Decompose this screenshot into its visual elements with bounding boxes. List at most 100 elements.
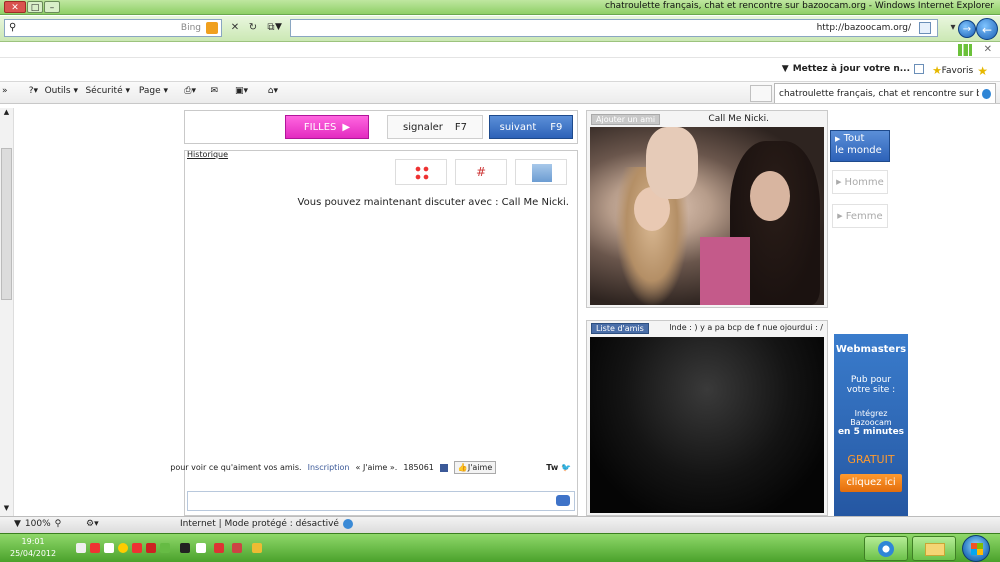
scroll-down-icon[interactable]: ▼ [0,504,13,516]
play-icon: ▶ [836,178,842,186]
search-placeholder: Bing [180,23,201,33]
play-icon: ▶ [837,212,843,220]
friend-list-button[interactable]: Liste d'amis [591,323,649,334]
tray-icon-4[interactable] [118,543,128,553]
close-toolbar-icon[interactable]: ✕ [984,44,992,55]
clock[interactable]: 19:01 25/04/2012 [10,536,56,560]
zoom-icon: ⚲ [54,519,62,529]
rss-icon[interactable]: ▣▾ [235,86,248,96]
suivant-button[interactable]: suivant F9 [489,115,573,139]
partner-name: Call Me Nicki. [708,114,769,124]
webmasters-gratuit: GRATUIT [847,453,895,466]
pink-shirt [700,237,750,305]
filter-all-button[interactable]: ▶ Tout le monde [830,130,890,162]
scroll-thumb[interactable] [1,148,12,300]
tray-icon-9[interactable] [196,543,206,553]
tab-active[interactable]: chatroulette français, chat et rencontre… [774,83,996,103]
toolbar-strip: ✕ [0,42,1000,58]
window-title: chatroulette français, chat et rencontre… [604,1,994,11]
tray-icon-5[interactable] [132,543,142,553]
tray-icon-2[interactable] [90,543,100,553]
forward-icon[interactable]: → [958,20,976,38]
play-icon: ▶ [342,121,351,133]
signaler-label: signaler [403,121,443,133]
page-menu[interactable]: Page ▾ [139,86,168,96]
overflow-chevron-icon[interactable]: » [2,86,8,96]
refresh-icon[interactable]: ↻ [246,21,260,35]
signal-icon [958,44,972,56]
home-icon[interactable]: ⌂▾ [268,86,278,96]
search-icon[interactable]: ⚲ [9,22,16,33]
filter-femme-button[interactable]: ▶ Femme [832,204,888,228]
add-favorite-icon[interactable]: ★ [932,64,942,77]
mail-icon[interactable]: ✉ [210,86,218,96]
update-label: Mettez à jour votre n... [792,64,910,74]
chat-panel: Historique # Vous pouvez maintenant disc… [170,150,578,516]
address-input[interactable]: ▼ http://bazoocam.org/ [275,19,938,37]
add-friend-button[interactable]: Ajouter un ami [591,114,661,125]
connect-four-game-icon[interactable] [395,159,447,185]
clock-date: 25/04/2012 [10,549,57,558]
scroll-up-icon[interactable]: ▲ [0,108,13,120]
ie-icon [982,88,991,99]
webmasters-ad[interactable]: Webmasters Pub pour votre site : Intégre… [834,334,908,516]
puzzle-game-icon[interactable] [515,159,567,185]
filles-button[interactable]: FILLES ▶ [285,115,369,139]
like-count-badge [439,463,448,472]
like-button[interactable]: 👍J'aime [453,461,497,474]
webmasters-cta[interactable]: cliquez ici [840,474,902,492]
minimize-button[interactable]: – [44,1,60,13]
protected-mode-icon[interactable]: ⚙▾ [86,519,99,529]
person-right-face [750,171,790,221]
dropdown-chevron-icon: ▼ [14,519,21,529]
zoom-level: 100% [24,519,51,529]
tweet-button[interactable]: Tw 🐦 [546,463,571,472]
chat-controls: suivant F9 signaler F7 FILLES ▶ [184,110,578,144]
address-url: http://bazoocam.org/ [816,23,911,33]
send-bubble-icon[interactable] [556,495,570,506]
clock-time: 19:01 [21,537,45,546]
start-button[interactable] [962,535,990,562]
print-icon[interactable]: ⎙▾ [184,86,196,96]
historique-link[interactable]: Historique [187,150,228,159]
vertical-scrollbar[interactable]: ▲ ▼ [0,108,14,516]
update-link[interactable]: ▼ Mettez à jour votre n... [782,64,924,74]
tray-icon-7[interactable] [160,543,170,553]
tray-icon-10[interactable] [214,543,224,553]
webmasters-line1: Pub pour votre site : [846,375,896,395]
webmasters-line2: Intégrez Bazoocam [850,409,892,427]
tictactoe-game-icon[interactable]: # [455,159,507,185]
signaler-button[interactable]: signaler F7 [387,115,483,139]
security-menu[interactable]: Sécurité ▾ [85,86,130,96]
new-tab-button[interactable] [750,85,772,102]
filter-homme-button[interactable]: ▶ Homme [832,170,888,194]
taskbar-explorer-button[interactable] [912,536,956,561]
tray-icon-8[interactable] [180,543,190,553]
zoom-control[interactable]: ▼ 100% ⚲ [14,519,61,529]
close-page-icon[interactable]: ✕ [228,21,242,35]
tab-label: chatroulette français, chat et rencontre… [779,88,980,99]
page-icon [919,22,931,34]
help-icon[interactable]: ?▾ [29,86,38,96]
tray-icon-11[interactable] [232,543,242,553]
maximize-button[interactable]: □ [27,1,43,13]
tray-icon-12[interactable] [252,543,262,553]
back-icon[interactable]: ← [976,18,998,40]
favorites-button[interactable]: Favoris ★ [942,64,988,78]
tray-icon-6[interactable] [146,543,156,553]
close-button[interactable]: ✕ [4,1,26,13]
address-toolbar: ⚲ Bing ✕ ↻ ⧉ ▼ http://bazoocam.org/ ▾ → … [0,16,1000,42]
like-text-1: « J'aime ». [355,463,398,472]
tools-menu[interactable]: Outils ▾ [45,86,78,96]
chat-input[interactable] [187,491,575,511]
dropdown-chevron-icon[interactable]: ▼ [275,22,282,32]
taskbar-ie-button[interactable] [864,536,908,561]
taskbar: 19:01 25/04/2012 [0,533,1000,562]
windows-logo-icon [971,543,983,555]
webmasters-line3: en 5 minutes [837,427,905,437]
suivant-key: F9 [550,121,563,133]
search-box[interactable]: ⚲ Bing [4,19,222,37]
inscription-link[interactable]: Inscription [308,463,350,472]
tray-icon-1[interactable] [76,543,86,553]
tray-icon-3[interactable] [104,543,114,553]
